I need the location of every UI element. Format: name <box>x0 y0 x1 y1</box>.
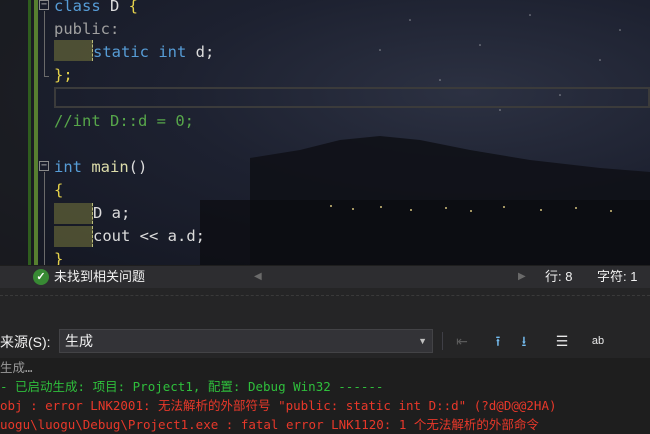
fold-guide-main <box>44 172 45 265</box>
code-token: } <box>54 250 64 265</box>
fold-toggle-class[interactable]: − <box>39 0 49 10</box>
scroll-left-icon[interactable]: ◀ <box>254 266 262 288</box>
current-line-indicator <box>54 87 650 108</box>
output-text-area[interactable]: 生成… - 已启动生成: 项目: Project1, 配置: Debug Win3… <box>0 358 650 434</box>
code-token: D a; <box>93 204 131 222</box>
status-bar: ✓ 未找到相关问题 ◀ ▶ 行: 8 字符: 1 <box>0 266 650 288</box>
chevron-down-icon[interactable]: ▼ <box>418 330 427 352</box>
output-toolbar: 来源(S): 生成 ▼ ⇤ ⭱ ⭳ ☰ ab <box>0 324 650 358</box>
indent-highlight <box>54 203 93 224</box>
word-wrap-icon[interactable]: ab <box>586 329 610 353</box>
code-token: { <box>119 0 139 15</box>
code-token: cout << a.d; <box>93 227 205 245</box>
clear-all-icon[interactable]: ☰ <box>550 329 574 353</box>
code-line[interactable]: //int D::d = 0; <box>54 110 194 133</box>
code-token: class <box>54 0 110 15</box>
panel-splitter[interactable] <box>0 288 650 324</box>
code-line[interactable]: int main() <box>54 156 147 179</box>
code-line[interactable]: class D { <box>54 0 138 18</box>
indent-highlight <box>54 40 93 61</box>
output-line[interactable]: - 已启动生成: 项目: Project1, 配置: Debug Win32 -… <box>0 377 383 396</box>
fold-end-class <box>44 76 49 77</box>
find-message-icon[interactable]: ⇤ <box>450 329 474 353</box>
check-circle-icon: ✓ <box>33 269 49 285</box>
code-line[interactable]: static int d; <box>93 41 214 64</box>
output-line[interactable]: uogu\luogu\Debug\Project1.exe : fatal er… <box>0 415 539 434</box>
output-line[interactable]: obj : error LNK2001: 无法解析的外部符号 "public: … <box>0 396 557 415</box>
splitter-grip[interactable] <box>0 295 650 302</box>
code-line[interactable]: { <box>54 179 63 202</box>
code-token: int <box>54 158 92 176</box>
code-line[interactable]: cout << a.d; <box>93 225 205 248</box>
column-indicator[interactable]: 字符: 1 <box>597 266 637 288</box>
code-token: static int <box>93 43 196 61</box>
code-line[interactable]: }; <box>54 64 73 87</box>
code-token: () <box>128 158 148 176</box>
change-tracking-bar <box>34 0 38 265</box>
code-token: D <box>110 0 120 15</box>
code-editor[interactable]: − − class D { public: static int d;}; //int… <box>0 0 650 265</box>
go-to-next-icon[interactable]: ⭳ <box>512 329 536 353</box>
code-line[interactable]: public: <box>54 18 119 41</box>
code-line[interactable]: D a; <box>93 202 130 225</box>
code-token: main <box>91 158 129 176</box>
code-token: { <box>54 181 64 199</box>
gutter-marker <box>28 0 31 265</box>
scroll-right-icon[interactable]: ▶ <box>518 266 526 288</box>
code-token: public: <box>54 20 120 38</box>
code-token: d; <box>195 43 215 61</box>
fold-toggle-main[interactable]: − <box>39 161 49 171</box>
output-line[interactable]: 生成… <box>0 358 33 377</box>
source-dropdown[interactable]: 生成 ▼ <box>59 329 433 353</box>
code-token: }; <box>54 66 73 84</box>
line-indicator[interactable]: 行: 8 <box>545 266 572 288</box>
code-line[interactable]: } <box>54 248 63 265</box>
go-to-previous-icon[interactable]: ⭱ <box>486 329 510 353</box>
source-dropdown-value: 生成 <box>65 333 93 349</box>
indent-highlight <box>54 226 93 247</box>
fold-guide-class <box>44 11 45 76</box>
source-label: 来源(S): <box>0 334 51 350</box>
code-token: //int D::d = 0; <box>54 112 194 130</box>
issues-status-text[interactable]: 未找到相关问题 <box>54 266 145 288</box>
toolbar-separator <box>442 332 443 350</box>
